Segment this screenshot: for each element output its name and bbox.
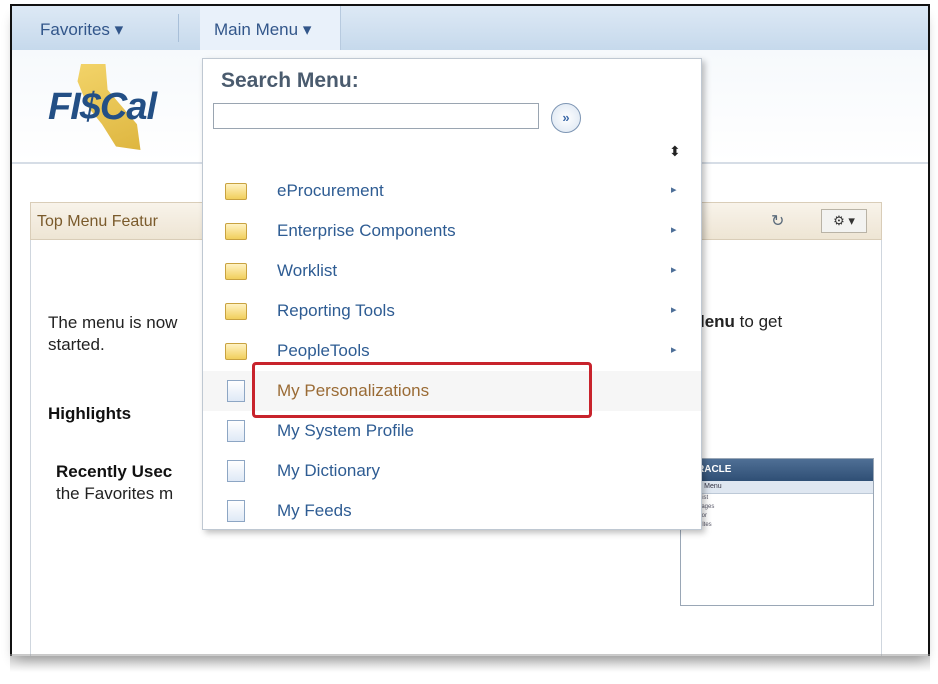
welcome-tail: to get [734,312,783,331]
callout-highlight-box [252,362,592,418]
pagelet-title: Top Menu Featur [37,213,158,230]
submenu-arrow-icon: ▸ [671,224,677,236]
browser-frame: Favorites ▾ Main Menu ▾ FI$Cal Top Menu … [10,4,930,656]
thumbnail-line: Worklist [681,494,873,503]
document-icon [227,460,245,482]
menu-item-my-feeds[interactable]: My Feeds [203,491,701,531]
menu-item-label: Reporting Tools [277,301,395,320]
document-icon [227,500,245,522]
main-menu-label: Main Menu ▾ [214,20,312,39]
welcome-text: The menu is now started. [48,312,177,356]
menu-item-label: eProcurement [277,181,384,200]
submenu-arrow-icon: ▸ [671,304,677,316]
folder-icon [225,223,247,240]
folder-icon [225,343,247,360]
folder-icon [225,263,247,280]
refresh-icon[interactable]: ↻ [771,211,789,230]
submenu-arrow-icon: ▸ [671,184,677,196]
welcome-line-2: started. [48,335,105,354]
recently-used-text: the Favorites m [56,484,174,503]
search-menu-input[interactable] [213,103,539,129]
menu-item-label: PeopleTools [277,341,370,360]
search-go-button[interactable]: » [551,103,581,133]
recently-used-heading: Recently Usec [56,462,173,481]
search-menu-label: Search Menu: [221,69,359,92]
menu-item-label: My System Profile [277,421,414,440]
favorites-menu[interactable]: Favorites ▾ [40,20,123,40]
fiscal-logo: FI$Cal [48,56,228,156]
welcome-line-1: The menu is now [48,313,178,332]
main-menu-bold: lenu [700,312,735,331]
menu-item-label: Worklist [277,261,338,280]
thumbnail-brand: RACLE [681,459,873,481]
menu-item-reporting-tools[interactable]: Reporting Tools ▸ [203,291,701,331]
main-menu-tab[interactable]: Main Menu ▾ [200,6,341,50]
top-nav-bar: Favorites ▾ Main Menu ▾ [12,6,928,51]
menu-item-label: My Dictionary [277,461,380,480]
nav-divider [178,14,179,42]
thumbnail-line: Favorites [681,521,873,530]
menu-list: eProcurement ▸ Enterprise Components ▸ W… [203,171,701,531]
submenu-arrow-icon: ▸ [671,264,677,276]
menu-item-label: Enterprise Components [277,221,456,240]
menu-item-enterprise-components[interactable]: Enterprise Components ▸ [203,211,701,251]
thumbnail-line: Monitor [681,512,873,521]
menu-item-worklist[interactable]: Worklist ▸ [203,251,701,291]
oracle-thumbnail: RACLE Main Menu Worklist Messages Monito… [680,458,874,606]
menu-item-eprocurement[interactable]: eProcurement ▸ [203,171,701,211]
highlights-heading: Highlights [48,404,132,423]
thumbnail-line: Messages [681,503,873,512]
menu-item-label: My Feeds [277,501,352,520]
logo-text: FI$Cal [48,86,157,128]
welcome-text-right: lenu to get [700,312,782,332]
sort-icon[interactable]: ⬍ [669,143,681,160]
folder-icon [225,183,247,200]
document-icon [227,380,245,402]
thumbnail-bar: Main Menu [681,481,873,494]
pagelet-options-button[interactable]: ⚙ ▾ [821,209,867,233]
menu-item-my-dictionary[interactable]: My Dictionary [203,451,701,491]
document-icon [227,420,245,442]
frame-shadow [10,654,930,672]
folder-icon [225,303,247,320]
submenu-arrow-icon: ▸ [671,344,677,356]
main-menu-dropdown: Search Menu: » ⬍ eProcurement ▸ Enterpri… [202,58,702,530]
